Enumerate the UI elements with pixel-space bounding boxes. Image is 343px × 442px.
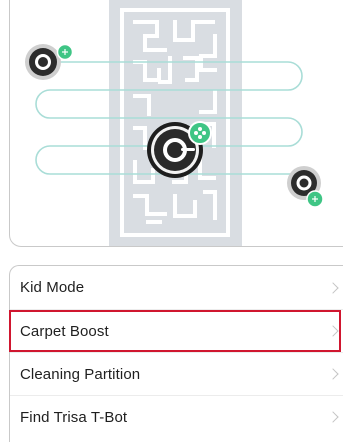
cleaning-partition-item[interactable]: Cleaning Partition (10, 352, 343, 395)
kid-mode-item[interactable]: Kid Mode (10, 266, 343, 309)
chevron-right-icon (327, 368, 339, 380)
find-robot-label: Find Trisa T-Bot (20, 408, 128, 426)
settings-list: Kid Mode Carpet Boost Cleaning Partition… (9, 265, 343, 442)
find-robot-item[interactable]: Find Trisa T-Bot (10, 395, 343, 438)
carpet-boost-illustration (9, 0, 343, 247)
carpet-boost-item[interactable]: Carpet Boost (9, 309, 343, 352)
fan-icon (188, 121, 212, 145)
illustration-svg (25, 0, 324, 246)
chevron-right-icon (327, 411, 339, 423)
chevron-right-icon (327, 281, 339, 294)
kid-mode-label: Kid Mode (20, 279, 85, 296)
chevron-right-icon (327, 325, 339, 337)
carpet-boost-label: Carpet Boost (20, 322, 109, 340)
robot-vacuum-icon (287, 166, 324, 208)
cleaning-partition-label: Cleaning Partition (20, 365, 141, 383)
